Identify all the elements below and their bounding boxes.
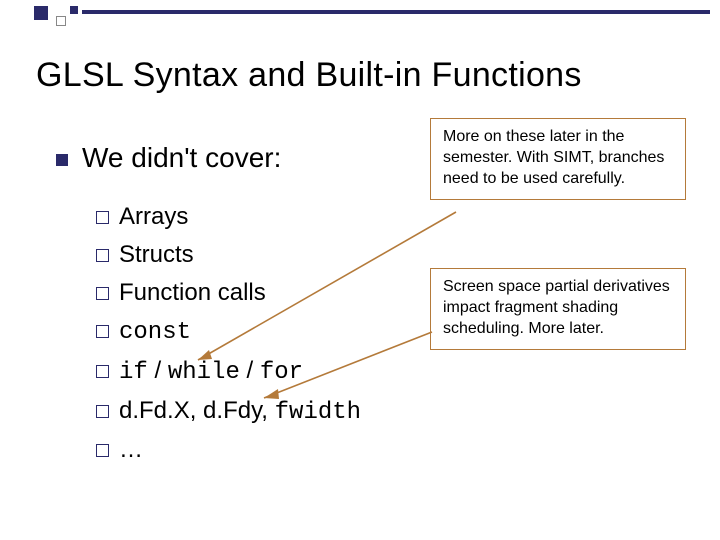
kw-for: for xyxy=(260,359,303,386)
deco-square-small xyxy=(70,6,78,14)
bullet-box-icon xyxy=(96,444,109,457)
header-decoration xyxy=(0,0,720,32)
deco-square-outline xyxy=(56,16,66,26)
item-ellipsis: … xyxy=(96,431,426,469)
callout-derivatives: Screen space partial derivatives impact … xyxy=(430,268,686,350)
separator: , xyxy=(190,397,203,424)
bullet-box-icon xyxy=(96,249,109,262)
bullet-box-icon xyxy=(96,287,109,300)
item-arrays: Arrays xyxy=(96,198,426,236)
heading-text: We didn't cover: xyxy=(82,142,281,173)
item-derivatives: d.Fd.X, d.Fdy, fwidth xyxy=(96,392,426,432)
item-const: const xyxy=(96,312,426,352)
kw-dfdx: d.Fd.X xyxy=(119,397,190,424)
separator: / xyxy=(240,357,260,384)
kw-while: while xyxy=(168,359,240,386)
sub-bullet-list: Arrays Structs Function calls const if /… xyxy=(96,198,426,469)
bullet-box-icon xyxy=(96,211,109,224)
callout-simt: More on these later in the semester. Wit… xyxy=(430,118,686,200)
separator: / xyxy=(148,357,168,384)
separator: , xyxy=(261,397,274,424)
slide-title: GLSL Syntax and Built-in Functions xyxy=(36,56,582,95)
deco-bar xyxy=(82,10,710,14)
kw-dfdy: d.Fdy xyxy=(203,397,261,424)
kw-if: if xyxy=(119,359,148,386)
deco-square-filled xyxy=(34,6,48,20)
item-label: Function calls xyxy=(119,279,266,306)
item-label: Arrays xyxy=(119,203,188,230)
bullet-box-icon xyxy=(96,325,109,338)
bullet-box-icon xyxy=(96,405,109,418)
item-label: … xyxy=(119,436,143,463)
bullet-square-icon xyxy=(56,154,68,166)
item-label: Structs xyxy=(119,241,194,268)
item-label: const xyxy=(119,319,191,346)
heading-level1: We didn't cover: xyxy=(56,142,281,174)
bullet-box-icon xyxy=(96,365,109,378)
item-structs: Structs xyxy=(96,236,426,274)
kw-fwidth: fwidth xyxy=(275,399,361,426)
item-function-calls: Function calls xyxy=(96,274,426,312)
item-control-flow: if / while / for xyxy=(96,352,426,392)
